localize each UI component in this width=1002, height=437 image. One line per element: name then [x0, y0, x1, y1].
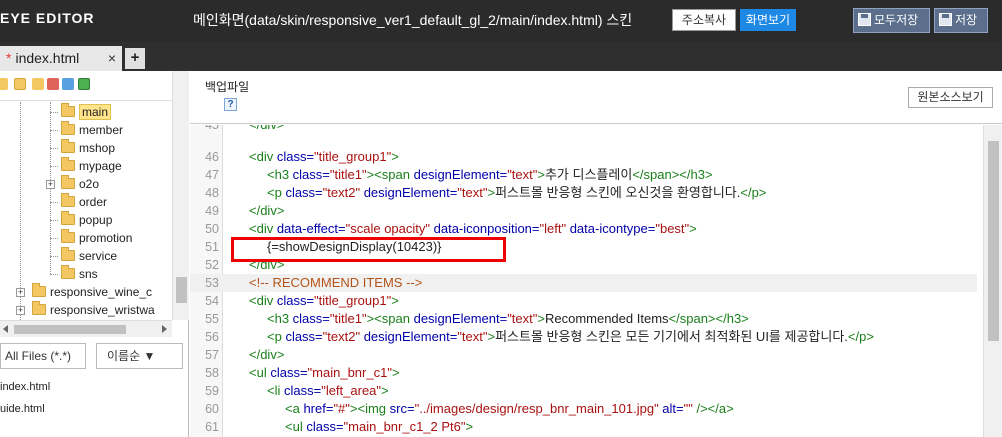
upload-icon[interactable]: [78, 78, 90, 90]
editor-header: 백업파일 ? 원본소스보기: [190, 71, 1002, 124]
file-explorer: main member mshop mypage + o2o order pop…: [0, 71, 189, 437]
folder-icon: [61, 121, 75, 135]
code-line: 57 </div>: [205, 347, 285, 362]
tree-item-responsive-wristwatch[interactable]: responsive_wristwa: [26, 301, 155, 319]
new-folder-icon[interactable]: [0, 78, 8, 90]
folder-icon: [61, 247, 75, 261]
code-line: 61 <ul class="main_bnr_c1_2 Pt6">: [205, 419, 474, 434]
disk-icon: [858, 13, 871, 26]
folder-icon: [61, 229, 75, 243]
code-line: 59 <li class="left_area">: [205, 383, 389, 398]
file-item[interactable]: index.html: [0, 379, 50, 395]
view-source-button[interactable]: 원본소스보기: [908, 87, 993, 108]
close-icon[interactable]: ×: [108, 46, 116, 71]
backup-files-label[interactable]: 백업파일: [205, 78, 249, 95]
tree-horizontal-scrollbar[interactable]: [0, 320, 172, 337]
tree-vertical-scrollbar[interactable]: [172, 71, 189, 320]
tree-item-sns[interactable]: sns: [50, 265, 98, 283]
refresh-icon[interactable]: [62, 78, 74, 90]
tree-item-service[interactable]: service: [50, 247, 117, 265]
code-line: 48 <p class="text2" designElement="text">…: [205, 185, 767, 200]
code-line: 50 <div data-effect="scale opacity" data-…: [205, 221, 697, 236]
page-title: 메인화면(data/skin/responsive_ver1_default_g…: [193, 12, 633, 28]
scroll-left-icon[interactable]: [3, 325, 8, 333]
code-line: 56 <p class="text2" designElement="text">…: [205, 329, 874, 344]
code-line: 60 <a href="#"><img src="../images/design…: [205, 401, 734, 416]
tree-item-mshop[interactable]: mshop: [50, 139, 115, 157]
folder-icon: [61, 265, 75, 279]
scroll-thumb[interactable]: [176, 277, 187, 303]
open-folder-icon[interactable]: [32, 78, 44, 90]
folder-icon: [61, 175, 75, 189]
view-page-button[interactable]: 화면보기: [740, 9, 796, 31]
folder-icon: [61, 139, 75, 153]
tree-item-mypage[interactable]: mypage: [50, 157, 122, 175]
scroll-thumb[interactable]: [14, 325, 126, 334]
tree-item-o2o[interactable]: o2o: [52, 175, 99, 193]
file-item[interactable]: uide.html: [0, 401, 45, 417]
folder-icon: [61, 103, 75, 117]
folder-tree: main member mshop mypage + o2o order pop…: [0, 102, 172, 320]
tree-item-member[interactable]: member: [50, 121, 123, 139]
code-line: 46 <div class="title_group1">: [205, 149, 399, 164]
tree-item-order[interactable]: order: [50, 193, 107, 211]
highlight-annotation: [231, 237, 506, 262]
tab-index-html[interactable]: * index.html ×: [0, 46, 122, 71]
tree-item-popup[interactable]: popup: [50, 211, 112, 229]
help-icon[interactable]: ?: [224, 98, 237, 111]
add-tab-button[interactable]: +: [125, 48, 145, 69]
tree-item-main[interactable]: main: [50, 103, 112, 121]
sort-select[interactable]: 이름순 ▼: [96, 343, 183, 369]
disk-icon: [939, 13, 952, 26]
code-line: 49 </div>: [205, 203, 285, 218]
tab-bar: * index.html × +: [0, 42, 1002, 71]
save-label: 저장: [955, 13, 978, 27]
save-all-button[interactable]: 모두저장: [853, 8, 930, 33]
tree-item-promotion[interactable]: promotion: [50, 229, 132, 247]
modified-marker: *: [6, 50, 12, 66]
folder-icon[interactable]: [14, 78, 26, 90]
delete-icon[interactable]: [47, 78, 59, 90]
tree-toolbar: [0, 71, 172, 101]
tree-item-responsive-wine[interactable]: responsive_wine_c: [26, 283, 152, 301]
save-all-label: 모두저장: [874, 13, 919, 27]
top-bar: EYE EDITOR 메인화면(data/skin/responsive_ver…: [0, 0, 1002, 42]
code-line: 55 <h3 class="title1"><span designElement…: [205, 311, 749, 326]
code-line: 58 <ul class="main_bnr_c1">: [205, 365, 400, 380]
save-button[interactable]: 저장: [934, 8, 988, 33]
folder-icon: [61, 193, 75, 207]
expand-icon[interactable]: +: [16, 306, 25, 315]
folder-icon: [32, 283, 46, 297]
code-line-active: 53 <!-- RECOMMEND ITEMS -->: [190, 274, 977, 292]
expand-icon[interactable]: +: [16, 288, 25, 297]
app-logo: EYE EDITOR: [0, 10, 95, 26]
code-line: 54 <div class="title_group1">: [205, 293, 399, 308]
tab-label: index.html: [15, 50, 80, 66]
code-editor[interactable]: 45</div> 46<div class="title_group1"> 47…: [190, 125, 1002, 437]
folder-icon: [61, 211, 75, 225]
folder-icon: [61, 157, 75, 171]
folder-icon: [32, 301, 46, 315]
file-type-select[interactable]: All Files (*.*): [0, 343, 86, 369]
file-filters: All Files (*.*) 이름순 ▼: [0, 341, 189, 373]
editor-vertical-scrollbar[interactable]: [983, 125, 1002, 437]
code-line: 47 <h3 class="title1"><span designElement…: [205, 167, 713, 182]
scroll-thumb[interactable]: [988, 141, 999, 341]
scroll-right-icon[interactable]: [162, 325, 167, 333]
copy-address-button[interactable]: 주소복사: [672, 9, 736, 31]
code-line: 45</div>: [205, 125, 284, 132]
